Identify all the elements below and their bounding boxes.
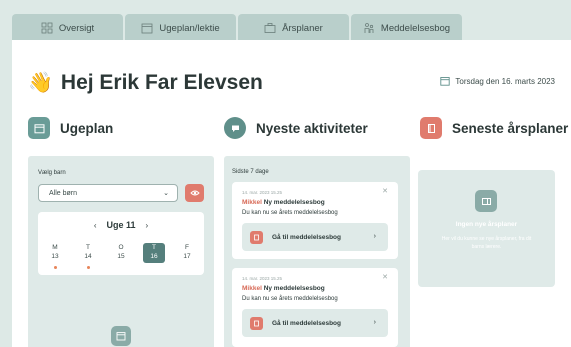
week-navigation: ‹ Uge 11 › [38, 220, 204, 230]
current-date: Torsdag den 16. marts 2023 [440, 76, 555, 86]
select-value: Alle børn [49, 189, 78, 197]
activity-subject: Mikkel Ny meddelelsesbog [242, 199, 325, 206]
day-number: 13 [51, 253, 59, 260]
day-number: 14 [84, 253, 92, 260]
activity-item: 14. mar. 2023 15.25 ✕ Mikkel Ny meddelel… [232, 182, 398, 259]
close-icon[interactable]: ✕ [382, 273, 388, 281]
chevron-down-icon: ⌄ [163, 190, 169, 197]
page-title: Hej Erik Far Elevsen [60, 70, 263, 94]
event-dot [87, 266, 90, 269]
chevron-right-icon: › [373, 319, 376, 326]
tab-label: Meddelelsesbog [380, 22, 451, 34]
waving-hand-icon: 👋 [28, 72, 53, 94]
tab-label: Årsplaner [282, 22, 323, 34]
book-icon [250, 230, 263, 244]
activities-header: Nyeste aktiviteter [224, 117, 368, 139]
activity-message: Du kan nu se årets meddelelsesbog [242, 210, 338, 216]
chevron-right-icon: › [373, 233, 376, 240]
activities-title: Nyeste aktiviteter [256, 120, 368, 136]
go-to-meddelelsesbog-button[interactable]: Gå til meddelelsesbog › [242, 223, 388, 251]
day-monday[interactable]: M 13 [44, 243, 66, 263]
activity-subject: Mikkel Ny meddelelsesbog [242, 285, 325, 292]
aarsplaner-title: Seneste årsplaner [452, 120, 569, 136]
ugeplan-title: Ugeplan [60, 120, 114, 136]
book-icon [250, 316, 263, 330]
day-letter: F [185, 244, 189, 251]
calendar-icon [440, 77, 451, 86]
activity-time: 14. mar. 2023 15.25 [242, 276, 283, 281]
prev-week-button[interactable]: ‹ [94, 221, 97, 230]
subject-text: Ny meddelelsesbog [263, 199, 325, 206]
tab-aarsplaner[interactable]: Årsplaner [238, 14, 349, 42]
day-number: 17 [183, 253, 191, 260]
activities-panel: Sidste 7 dage 14. mar. 2023 15.25 ✕ Mikk… [224, 156, 410, 347]
day-letter: M [52, 244, 58, 251]
grid-icon [41, 22, 53, 34]
activity-time: 14. mar. 2023 15.25 [242, 190, 283, 195]
empty-title: Ingen nye årsplaner [455, 221, 518, 228]
chat-bubble-icon [224, 117, 246, 139]
aarsplaner-empty-state: Ingen nye årsplaner Her vil du kunne se … [418, 170, 555, 287]
calendar-icon [116, 332, 126, 341]
child-name: Mikkel [242, 199, 262, 206]
briefcase-icon [264, 23, 276, 33]
book-icon [420, 117, 442, 139]
child-name: Mikkel [242, 285, 262, 292]
ugeplan-open-button[interactable] [111, 326, 131, 346]
aarsplaner-header: Seneste årsplaner [420, 117, 568, 139]
day-letter: O [118, 244, 124, 251]
day-friday[interactable]: F 17 [176, 243, 198, 263]
family-icon [364, 23, 374, 33]
child-select[interactable]: Alle børn ⌄ [38, 184, 178, 202]
day-number: 15 [117, 253, 125, 260]
calendar-icon [141, 23, 153, 34]
tab-meddelelsesbog[interactable]: Meddelelsesbog [351, 14, 462, 42]
go-to-meddelelsesbog-button[interactable]: Gå til meddelelsesbog › [242, 309, 388, 337]
eye-icon [189, 190, 200, 196]
ugeplan-header: Ugeplan [28, 117, 113, 139]
calendar-icon [28, 117, 50, 139]
tab-ugeplan[interactable]: Ugeplan/lektie [125, 14, 236, 42]
eye-button[interactable] [185, 184, 204, 202]
day-thursday[interactable]: T 16 [143, 243, 165, 263]
close-icon[interactable]: ✕ [382, 187, 388, 195]
empty-folder-icon [475, 190, 497, 212]
next-week-button[interactable]: › [146, 221, 149, 230]
tab-label: Ugeplan/lektie [159, 22, 220, 34]
day-tuesday[interactable]: T 14 [77, 243, 99, 263]
greeting: 👋 Hej Erik Far Elevsen [28, 70, 263, 95]
period-label: Sidste 7 dage [232, 169, 269, 175]
event-dot [54, 266, 57, 269]
date-text: Torsdag den 16. marts 2023 [455, 76, 555, 86]
go-link-label: Gå til meddelelsesbog [272, 319, 341, 327]
day-letter: T [86, 244, 90, 251]
tab-oversigt[interactable]: Oversigt [12, 14, 123, 42]
activity-item: 14. mar. 2023 15.25 ✕ Mikkel Ny meddelel… [232, 268, 398, 347]
main-card: 👋 Hej Erik Far Elevsen Torsdag den 16. m… [12, 40, 571, 347]
week-calendar: ‹ Uge 11 › M 13 T 14 O 15 T 16 F 17 [38, 212, 204, 275]
choose-child-label: Vælg barn [38, 170, 66, 176]
ugeplan-panel: Vælg barn Alle børn ⌄ ‹ Uge 11 › M 13 T … [28, 156, 214, 347]
tab-bar: Oversigt Ugeplan/lektie Årsplaner Meddel… [12, 14, 462, 42]
week-label: Uge 11 [106, 220, 136, 230]
day-number: 16 [150, 253, 158, 260]
go-link-label: Gå til meddelelsesbog [272, 233, 341, 241]
subject-text: Ny meddelelsesbog [263, 285, 325, 292]
activity-message: Du kan nu se årets meddelelsesbog [242, 296, 338, 302]
day-letter: T [152, 244, 156, 251]
day-wednesday[interactable]: O 15 [110, 243, 132, 263]
tab-label: Oversigt [58, 22, 95, 34]
empty-description: Her vil du kunne se nye årsplaner, fra d… [441, 236, 532, 250]
